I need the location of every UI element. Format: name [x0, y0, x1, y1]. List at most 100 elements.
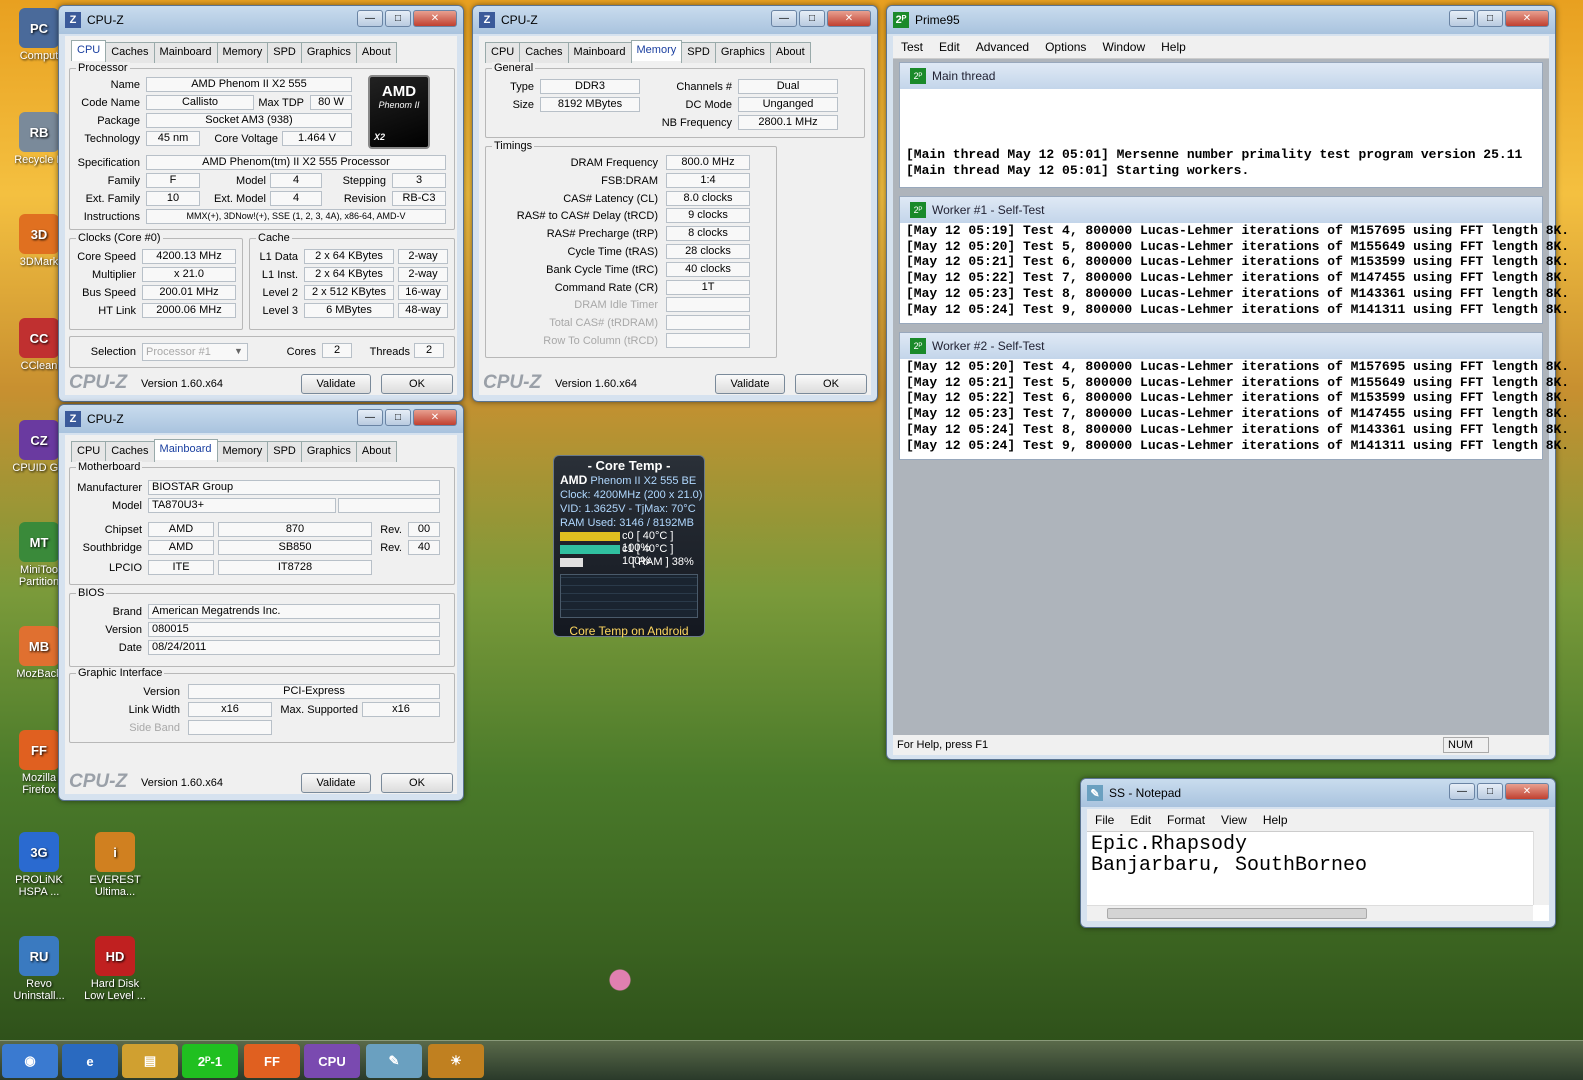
tab-cpu[interactable]: CPU	[71, 40, 107, 61]
l1data-value: 2 x 64 KBytes	[304, 249, 394, 264]
firefox-button[interactable]: FF	[244, 1044, 300, 1078]
validate-button[interactable]: Validate	[301, 773, 371, 793]
ok-button[interactable]: OK	[381, 374, 453, 394]
codename-value: Callisto	[146, 95, 254, 110]
cores-label: Cores	[286, 346, 316, 358]
close-button[interactable]: ✕	[1505, 783, 1549, 800]
tab-memory[interactable]: Memory	[216, 42, 269, 63]
maximize-button[interactable]: □	[385, 10, 411, 27]
tab-graphics[interactable]: Graphics	[300, 42, 357, 63]
prime95-window[interactable]: 2ᴾ Prime95 — □ ✕ Test Edit Advanced Options Win…	[886, 5, 1570, 760]
notepad-window[interactable]: ✎ SS - Notepad — □ ✕ File Edit Format View Help…	[1080, 778, 1556, 928]
minimize-button[interactable]: —	[771, 10, 797, 27]
dcmode-label: DC Mode	[685, 99, 732, 111]
desktop-icon[interactable]: 3G PROLiNK HSPA ...	[8, 832, 70, 898]
scrollbar-thumb[interactable]	[1107, 908, 1367, 919]
worker1-log: [May 12 05:19] Test 4, 800000 Lucas-Lehm…	[900, 223, 1570, 317]
notepad-button[interactable]: ✎	[366, 1044, 422, 1078]
ok-button[interactable]: OK	[381, 773, 453, 793]
maximize-button[interactable]: □	[385, 409, 411, 426]
start-button[interactable]: ◉	[2, 1044, 58, 1078]
linkwidth-label: Link Width	[128, 704, 180, 716]
maximize-button[interactable]: □	[1477, 783, 1503, 800]
menu-item[interactable]: Help	[1263, 813, 1288, 827]
menu-item[interactable]: View	[1221, 813, 1247, 827]
desktop-icon[interactable]: HD Hard Disk Low Level ...	[84, 936, 146, 1002]
tab-about[interactable]: About	[355, 441, 397, 462]
worker2-pane[interactable]: 2ᴾ Worker #2 - Self-Test [May 12 05:20] T…	[899, 332, 1570, 460]
minimize-button[interactable]: —	[1449, 783, 1475, 800]
ie-button[interactable]: e	[62, 1044, 118, 1078]
tab-mainboard[interactable]: Mainboard	[567, 42, 632, 63]
tab-caches[interactable]: Caches	[519, 42, 569, 63]
tab-cpu[interactable]: CPU	[485, 42, 521, 63]
tab-spd[interactable]: SPD	[267, 441, 302, 462]
minimize-button[interactable]: —	[357, 409, 383, 426]
menu-item[interactable]: Options	[1045, 40, 1086, 54]
coretemp-vid: VID: 1.3625V - TjMax: 70°C	[560, 503, 696, 515]
timing-label: Cycle Time (tRAS)	[567, 246, 658, 258]
ok-button[interactable]: OK	[795, 374, 867, 394]
cpuz-mainboard-window[interactable]: Z CPU-Z — □ ✕ CPU Caches Mainboard Memory SPD Gr…	[58, 404, 464, 801]
tab-about[interactable]: About	[355, 42, 397, 63]
tab-memory[interactable]: Memory	[216, 441, 269, 462]
processor-select[interactable]: Processor #1	[142, 343, 248, 361]
coretemp-title: - Core Temp -	[587, 458, 671, 473]
menu-item[interactable]: Window	[1102, 40, 1145, 54]
cpuz-cpu-window[interactable]: Z CPU-Z — □ ✕ CPU Caches Mainboard Memory SPD Gr…	[58, 5, 464, 402]
horizontal-scrollbar[interactable]	[1087, 905, 1533, 921]
cpuz-app-icon: Z	[65, 411, 81, 427]
coretemp-button[interactable]: ☀	[428, 1044, 484, 1078]
menu-item[interactable]: Help	[1161, 40, 1186, 54]
validate-button[interactable]: Validate	[301, 374, 371, 394]
menu-item[interactable]: File	[1095, 813, 1114, 827]
spec-value: AMD Phenom(tm) II X2 555 Processor	[146, 155, 446, 170]
minimize-button[interactable]: —	[357, 10, 383, 27]
validate-button[interactable]: Validate	[715, 374, 785, 394]
chevron-down-icon[interactable]: ▼	[234, 346, 243, 356]
menu-item[interactable]: Edit	[939, 40, 960, 54]
close-button[interactable]: ✕	[413, 10, 457, 27]
close-button[interactable]: ✕	[1505, 10, 1549, 27]
timing-value: 8.0 clocks	[666, 190, 750, 206]
desktop-icon[interactable]: RU Revo Uninstall...	[8, 936, 70, 1002]
menu-item[interactable]: Test	[901, 40, 923, 54]
explorer-button[interactable]: ▤	[122, 1044, 178, 1078]
cpuz-memory-window[interactable]: Z CPU-Z — □ ✕ CPU Caches Mainboard Memory SPD Gr…	[472, 5, 878, 402]
tab-spd[interactable]: SPD	[681, 42, 716, 63]
worker1-pane[interactable]: 2ᴾ Worker #1 - Self-Test [May 12 05:19] T…	[899, 196, 1570, 324]
main-thread-pane[interactable]: 2ᴾ Main thread [Main thread May 12 05:01]…	[899, 62, 1543, 188]
menu-item[interactable]: Edit	[1130, 813, 1151, 827]
maximize-button[interactable]: □	[1477, 10, 1503, 27]
desktop-icon[interactable]: i EVEREST Ultima...	[84, 832, 146, 898]
coretemp-gadget[interactable]: - Core Temp - AMD Phenom II X2 555 BE Cl…	[553, 455, 705, 638]
tab-about[interactable]: About	[769, 42, 811, 63]
maxsupported-value: x16	[362, 702, 440, 717]
minimize-button[interactable]: —	[1449, 10, 1475, 27]
vertical-scrollbar[interactable]	[1533, 831, 1549, 905]
tab-caches[interactable]: Caches	[105, 42, 155, 63]
menu-item[interactable]: Format	[1167, 813, 1205, 827]
menu-item[interactable]: Advanced	[976, 40, 1029, 54]
notepad-textarea[interactable]: Epic.Rhapsody Banjarbaru, SouthBorneo	[1087, 832, 1549, 878]
tab-caches[interactable]: Caches	[105, 441, 155, 462]
tab-graphics[interactable]: Graphics	[300, 441, 357, 462]
close-button[interactable]: ✕	[413, 409, 457, 426]
coretemp-footer[interactable]: Core Temp on Android	[554, 624, 704, 638]
tab-cpu[interactable]: CPU	[71, 441, 107, 462]
cpuz-button[interactable]: CPU	[304, 1044, 360, 1078]
tab-memory[interactable]: Memory	[630, 40, 683, 61]
log-line: [May 12 05:24] Test 8, 800000 Lucas-Lehm…	[906, 421, 1570, 437]
tab-graphics[interactable]: Graphics	[714, 42, 771, 63]
core0-load-bar	[560, 532, 620, 541]
maximize-button[interactable]: □	[799, 10, 825, 27]
tab-mainboard[interactable]: Mainboard	[153, 42, 218, 63]
tab-spd[interactable]: SPD	[267, 42, 302, 63]
tab-mainboard[interactable]: Mainboard	[153, 439, 218, 460]
close-button[interactable]: ✕	[827, 10, 871, 27]
window-controls: — □ ✕	[771, 10, 871, 27]
prime95-button[interactable]: 2ᴾ-1	[182, 1044, 238, 1078]
window-controls: — □ ✕	[1449, 783, 1549, 800]
window-title: Prime95	[915, 13, 960, 27]
log-line: [May 12 05:24] Test 9, 800000 Lucas-Lehm…	[906, 301, 1570, 317]
